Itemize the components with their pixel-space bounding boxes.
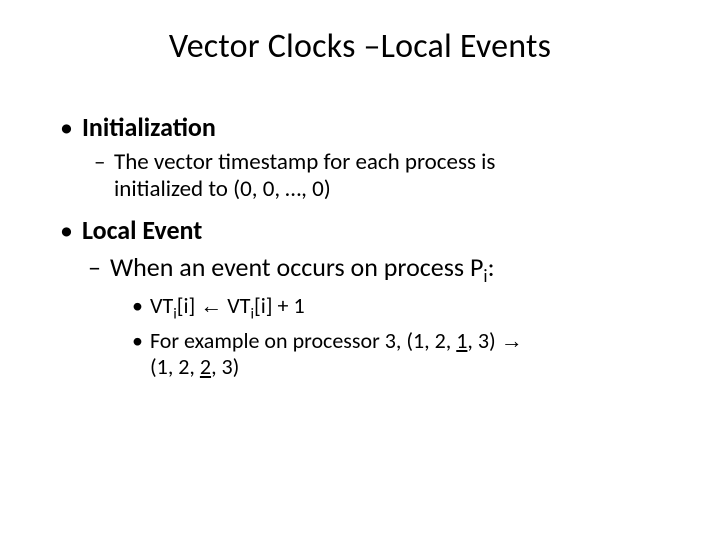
bullet-initialization: Initialization xyxy=(60,112,670,143)
slide: { "title": "Vector Clocks –Local Events"… xyxy=(0,0,720,540)
bracket-2: [i] + 1 xyxy=(254,292,305,319)
text-line-2: initialized to (0, 0, …, 0) xyxy=(114,175,331,203)
sub-bullet-event-desc: When an event occurs on process Pi: xyxy=(88,252,670,288)
slide-title: Vector Clocks –Local Events xyxy=(0,26,720,67)
sub-sub-bullet-formula: VTi[i] ← VTi[i] + 1 xyxy=(132,293,670,324)
sub-bullet-init-desc: The vector timestamp for each process is… xyxy=(94,149,670,203)
example-d: , 3) xyxy=(211,353,239,380)
vt-2: VT xyxy=(222,292,250,319)
example-c: (1, 2, xyxy=(150,353,200,380)
right-arrow-icon: → xyxy=(501,328,523,353)
example-b: , 3) xyxy=(467,327,500,354)
underline-1: 1 xyxy=(456,327,467,354)
left-arrow-icon: ← xyxy=(200,293,222,318)
example-a: For example on processor 3, (1, 2, xyxy=(150,327,456,354)
bracket-1: [i] xyxy=(177,292,201,319)
slide-body: Initialization The vector timestamp for … xyxy=(60,112,670,384)
underline-2: 2 xyxy=(200,353,211,380)
bullet-local-event: Local Event xyxy=(60,215,670,246)
text-when: When an event occurs on process P xyxy=(110,251,483,283)
vt-1: VT xyxy=(150,292,173,319)
text-colon: : xyxy=(488,251,495,283)
sub-sub-bullet-example: For example on processor 3, (1, 2, 1, 3)… xyxy=(132,328,670,380)
text-line-1: The vector timestamp for each process is xyxy=(114,148,495,176)
